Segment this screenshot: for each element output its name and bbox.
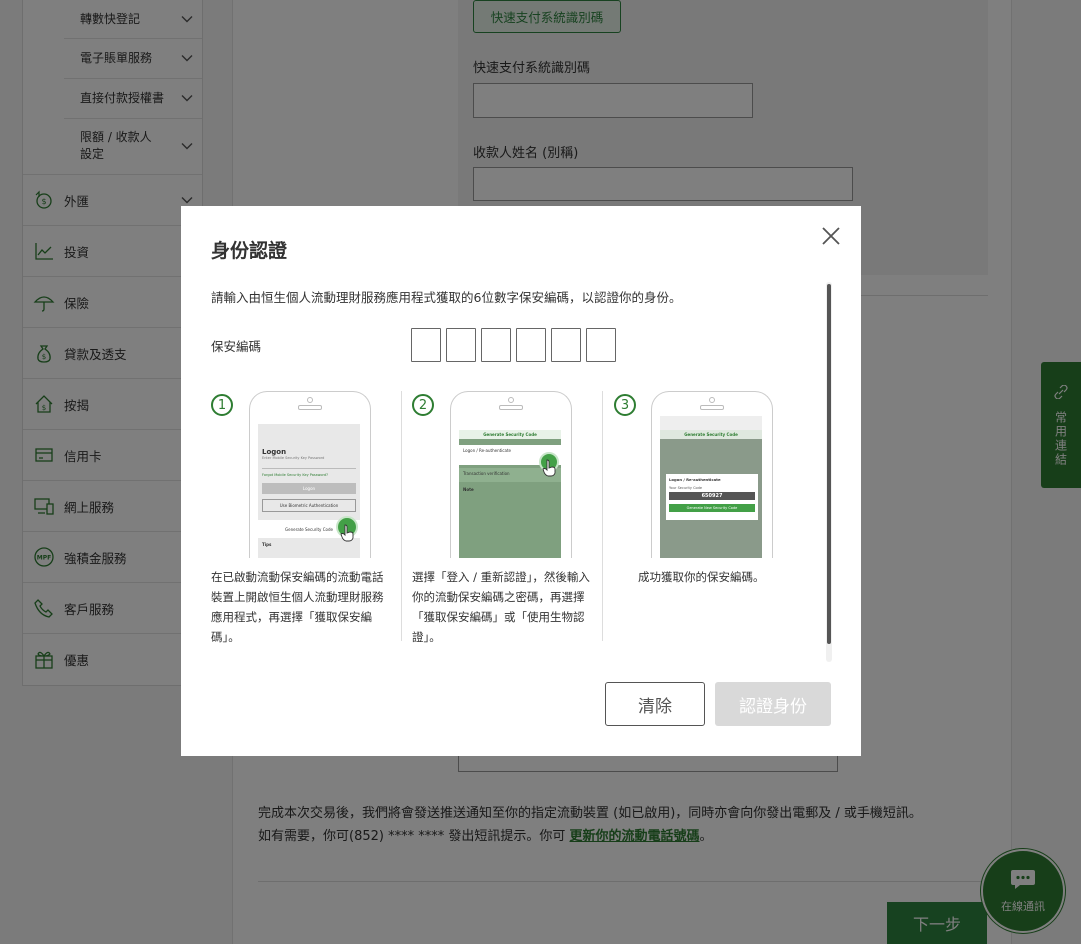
authentication-modal: 身份認證 請輸入由恒生個人流動理財服務應用程式獲取的6位數字保安編碼，以認證你的… <box>181 206 861 756</box>
security-code-label: 保安編碼 <box>211 339 262 354</box>
phone-screen: Generate Security Code Logon / Re-authen… <box>459 416 561 558</box>
phone-popup-title: Logon / Re-authenticate <box>669 477 721 482</box>
step-description: 在已啟動流動保安編碼的流動電話裝置上開啟恒生個人流動理財服務應用程式，再選擇「獲… <box>211 570 384 644</box>
phone-text: Note <box>463 487 474 492</box>
divider <box>401 391 402 641</box>
instruction-step-1: 1 Logon Enter Mobile Security Key Passwo… <box>211 391 391 644</box>
phone-screen-title: Generate Security Code <box>660 430 762 439</box>
security-code-input-group <box>411 328 616 362</box>
phone-illustration: Logon Enter Mobile Security Key Password… <box>249 391 371 558</box>
security-code-digit-3[interactable] <box>481 328 511 362</box>
divider <box>602 391 603 641</box>
authenticate-button[interactable]: 認證身份 <box>715 682 831 726</box>
hand-pointer-icon <box>340 524 354 542</box>
security-code-digit-2[interactable] <box>446 328 476 362</box>
step-description: 成功獲取你的保安編碼。 <box>638 570 765 584</box>
security-code-digit-6[interactable] <box>586 328 616 362</box>
modal-description: 請輸入由恒生個人流動理財服務應用程式獲取的6位數字保安編碼，以認證你的身份。 <box>211 290 682 305</box>
security-code-digit-1[interactable] <box>411 328 441 362</box>
step-number: 3 <box>614 394 636 416</box>
security-code-digit-4[interactable] <box>516 328 546 362</box>
phone-security-code: 650927 <box>669 492 755 500</box>
instruction-step-2: 2 Generate Security Code Logon / Re-auth… <box>412 391 592 644</box>
modal-title: 身份認證 <box>211 240 288 262</box>
phone-text: Your Security Code <box>669 486 703 490</box>
clear-button[interactable]: 清除 <box>605 682 705 726</box>
hand-pointer-icon <box>542 459 556 477</box>
step-number: 2 <box>412 394 434 416</box>
phone-illustration: Generate Security Code Logon / Re-authen… <box>450 391 572 558</box>
close-icon[interactable] <box>819 224 843 248</box>
phone-bio-button: Use Biometric Authentication <box>262 499 356 512</box>
step-number: 1 <box>211 394 233 416</box>
phone-screen: Logon Enter Mobile Security Key Password… <box>258 416 360 558</box>
phone-illustration: Generate Security Code Logon / Re-authen… <box>651 391 773 558</box>
phone-text: Forgot Mobile Security Key Password? <box>262 473 328 477</box>
scrollbar-thumb[interactable] <box>827 284 831 644</box>
step-description: 選擇「登入 / 重新認證」，然後輸入你的流動保安編碼之密碼，再選擇「獲取保安編碼… <box>412 570 590 644</box>
phone-generate-new-button: Generate New Security Code <box>669 504 755 512</box>
phone-screen: Generate Security Code Logon / Re-authen… <box>660 416 762 558</box>
phone-logon-button: Logon <box>262 483 356 494</box>
instruction-steps: 1 Logon Enter Mobile Security Key Passwo… <box>211 391 801 644</box>
security-code-digit-5[interactable] <box>551 328 581 362</box>
phone-logon-heading: Logon <box>262 448 287 456</box>
phone-text: Enter Mobile Security Key Password <box>262 456 325 460</box>
phone-popup: Logon / Re-authenticate Your Security Co… <box>666 474 758 520</box>
instruction-step-3: 3 Generate Security Code Logon / Re-auth… <box>614 391 794 641</box>
phone-screen-title: Generate Security Code <box>459 430 561 439</box>
